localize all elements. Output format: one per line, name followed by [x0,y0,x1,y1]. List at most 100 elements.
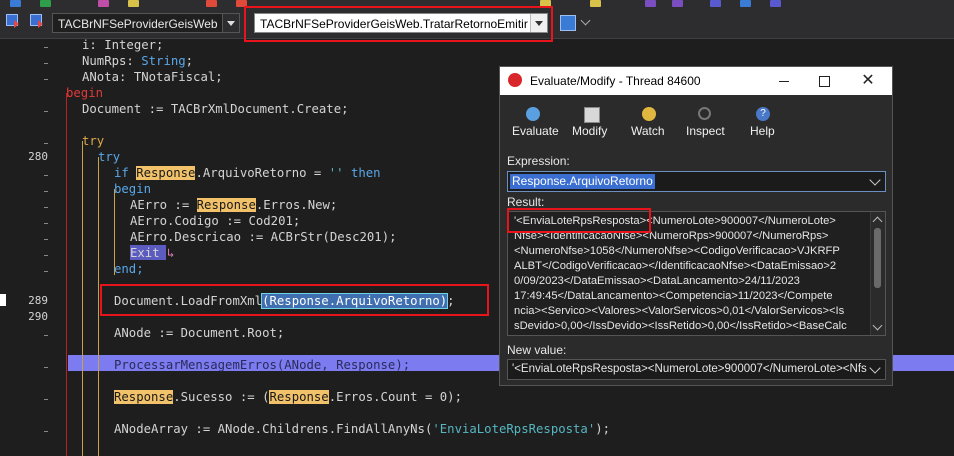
gutter-dash [44,399,48,400]
navigate-forward-icon[interactable] [30,14,46,30]
gutter-dash [44,175,48,176]
toolbar-icon[interactable] [128,0,139,7]
toolbar-icon[interactable] [10,0,21,7]
new-value-text: '<EnviaLoteRpsResposta><NumeroLote>90000… [512,363,867,375]
watch-button[interactable]: Watch [628,105,670,149]
code-line: begin [66,86,104,100]
gutter-dash [44,255,48,256]
toolbar-icon[interactable] [770,0,781,7]
chevron-down-icon[interactable] [530,14,547,32]
method-combo[interactable]: TACBrNFSeProviderGeisWeb.TratarRetornoEm… [254,13,548,33]
result-line: ALBT</CodigoVerificacao></IdentificacaoN… [514,260,837,272]
result-label: Result: [507,195,545,209]
code-line: ANode := Document.Root; [114,326,285,340]
toolbar-icon[interactable] [710,0,721,7]
code-line: AErro.Codigo := Cod201; [130,214,301,228]
code-line: ANodeArray := ANode.Childrens.FindAllAny… [114,422,611,436]
gutter-dash [44,431,48,432]
expression-value: Response.ArquivoRetorno [510,174,655,189]
list-view-icon[interactable] [560,15,576,31]
inspect-button[interactable]: Inspect [684,105,728,149]
result-line: <NumeroNfse>1058</NumeroNfse><CodigoVeri… [514,245,840,257]
result-line: ncia><Servico><Valores><ValorServicos>0,… [514,305,845,317]
editor-gutter: 280 289 290 [0,39,62,456]
result-line: '<EnviaLoteRpsResposta><NumeroLote>90000… [514,215,836,227]
gutter-dash [44,111,48,112]
code-line: end; [114,262,144,276]
code-line: begin [114,182,152,196]
gutter-dash [44,47,48,48]
result-line: 17:49:45</DataLancamento><Competencia>11… [514,290,833,302]
code-line: ProcessarMensagemErros(ANode, Response); [114,358,411,372]
result-line: 0/09/2023</DataEmissao><DataLancamento>2… [514,275,800,287]
code-toolbar: TACBrNFSeProviderGeisWeb TACBrNFSeProvid… [0,8,954,39]
result-scrollbar[interactable] [870,212,885,335]
chevron-down-icon[interactable] [222,14,239,32]
evaluate-modify-dialog: Evaluate/Modify - Thread 84600 ✕ Evaluat… [499,66,893,386]
code-line: Document.LoadFromXml(Response.ArquivoRet… [114,293,455,309]
chevron-down-icon[interactable] [869,362,881,374]
dialog-title: Evaluate/Modify - Thread 84600 [530,74,701,88]
code-line: if Response.ArquivoRetorno = '' then [114,166,381,180]
inspect-magnifier-icon [698,107,711,120]
chevron-up-icon[interactable] [872,216,883,227]
code-line: i: Integer; [82,38,164,52]
gutter-dash [44,143,48,144]
minimize-button[interactable] [772,71,796,91]
toolbar-icon[interactable] [645,0,656,7]
toolbar-icon[interactable] [540,0,551,7]
chevron-down-icon[interactable] [869,174,881,186]
dialog-title-bar[interactable]: Evaluate/Modify - Thread 84600 ✕ [500,67,892,95]
unit-combo[interactable]: TACBrNFSeProviderGeisWeb [52,13,240,33]
code-line: try [82,134,105,148]
modify-button[interactable]: Modify [570,105,614,149]
gutter-dash [44,223,48,224]
gutter-dash [44,367,48,368]
gutter-dash [44,239,48,240]
code-line: Response.Sucesso := (Response.Erros.Coun… [114,390,462,404]
scrollbar-thumb[interactable] [874,228,881,288]
chevron-down-icon[interactable] [872,320,883,331]
navigate-back-icon[interactable] [6,14,22,30]
help-icon: ? [756,107,770,121]
line-number: 290 [28,310,48,323]
gutter-dash [44,79,48,80]
code-line: NumRps: String; [82,54,194,68]
chevron-down-icon[interactable] [580,15,591,26]
toolbar-icon[interactable] [206,0,217,7]
result-line: sDevido>0,00</IssDevido><IssRetido>0,00<… [514,320,847,332]
close-button[interactable]: ✕ [856,71,880,91]
toolbar-icon[interactable] [40,0,51,7]
maximize-button[interactable] [812,71,836,91]
new-value-input[interactable]: '<EnviaLoteRpsResposta><NumeroLote>90000… [507,359,886,380]
block-guide [98,157,99,456]
gutter-dash [44,191,48,192]
block-guide [82,141,83,456]
top-icon-strip [0,0,954,8]
code-line: Document := TACBrXmlDocument.Create; [82,102,349,116]
help-button[interactable]: ? Help [746,105,780,149]
expression-label: Expression: [507,154,570,168]
result-text[interactable]: '<EnviaLoteRpsResposta><NumeroLote>90000… [507,211,886,336]
expression-input[interactable]: Response.ArquivoRetorno [507,171,886,192]
toolbar-icon[interactable] [590,0,601,7]
toolbar-icon[interactable] [236,0,247,7]
evaluate-icon [526,107,540,121]
modify-icon [584,107,600,123]
evaluate-button[interactable]: Evaluate [510,105,559,149]
gutter-dash [44,63,48,64]
line-number: 280 [28,150,48,163]
toolbar-icon[interactable] [672,0,683,7]
line-number: 289 [28,294,48,307]
toolbar-icon[interactable] [98,0,109,7]
gutter-dash [44,335,48,336]
toolbar-icon[interactable] [740,0,751,7]
code-line: ANota: TNotaFiscal; [82,70,223,84]
gutter-dash [44,207,48,208]
new-value-label: New value: [507,343,567,357]
code-line: Exit ↳ [130,246,175,260]
watch-glasses-icon [642,107,656,121]
gutter-dash [44,271,48,272]
app-logo-icon [508,73,522,87]
method-combo-value: TACBrNFSeProviderGeisWeb.TratarRetornoEm… [260,17,528,31]
